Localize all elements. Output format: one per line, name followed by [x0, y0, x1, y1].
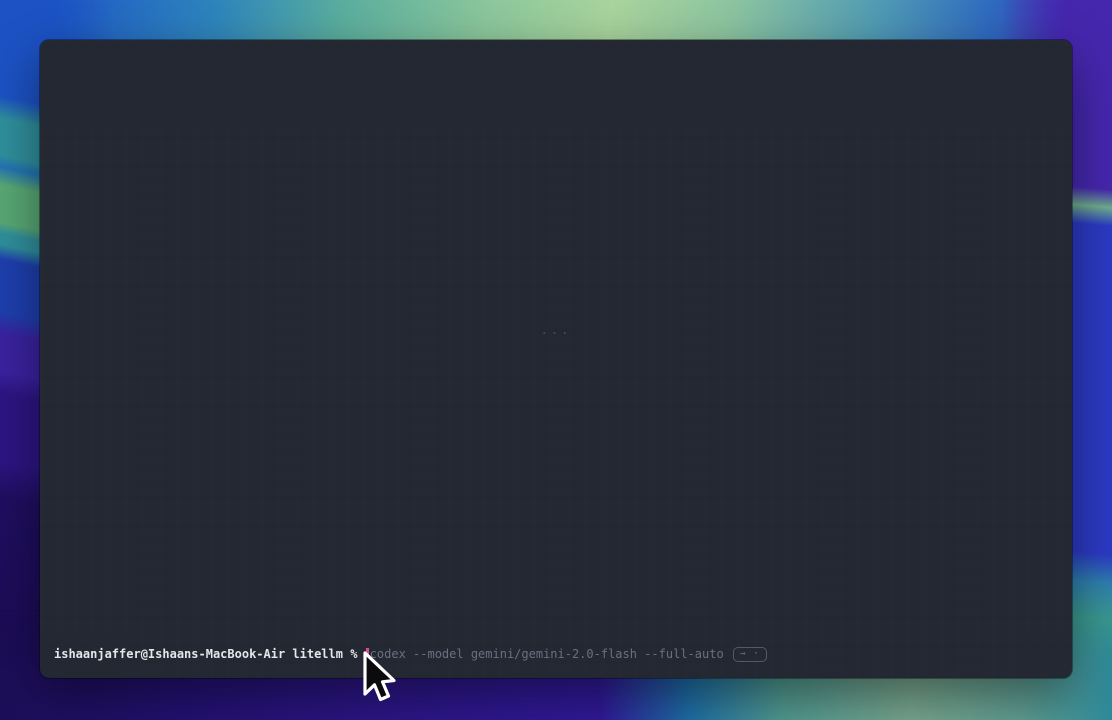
text-caret	[366, 648, 369, 662]
accept-suggestion-key-hint: → ·	[733, 647, 767, 662]
desktop: ... ishaanjaffer@Ishaans-MacBook-Air lit…	[0, 0, 1112, 720]
terminal-prompt-line[interactable]: ishaanjaffer@Ishaans-MacBook-Air litellm…	[54, 647, 767, 662]
command-autosuggestion[interactable]: codex --model gemini/gemini-2.0-flash --…	[370, 647, 724, 662]
terminal-window[interactable]: ... ishaanjaffer@Ishaans-MacBook-Air lit…	[40, 40, 1072, 678]
terminal-ghost-artifacts	[40, 40, 1072, 678]
terminal-body[interactable]: ... ishaanjaffer@Ishaans-MacBook-Air lit…	[40, 40, 1072, 678]
prompt-separator	[357, 647, 364, 662]
shell-prompt: ishaanjaffer@Ishaans-MacBook-Air litellm…	[54, 647, 357, 662]
terminal-loading-ellipsis: ...	[541, 323, 572, 337]
